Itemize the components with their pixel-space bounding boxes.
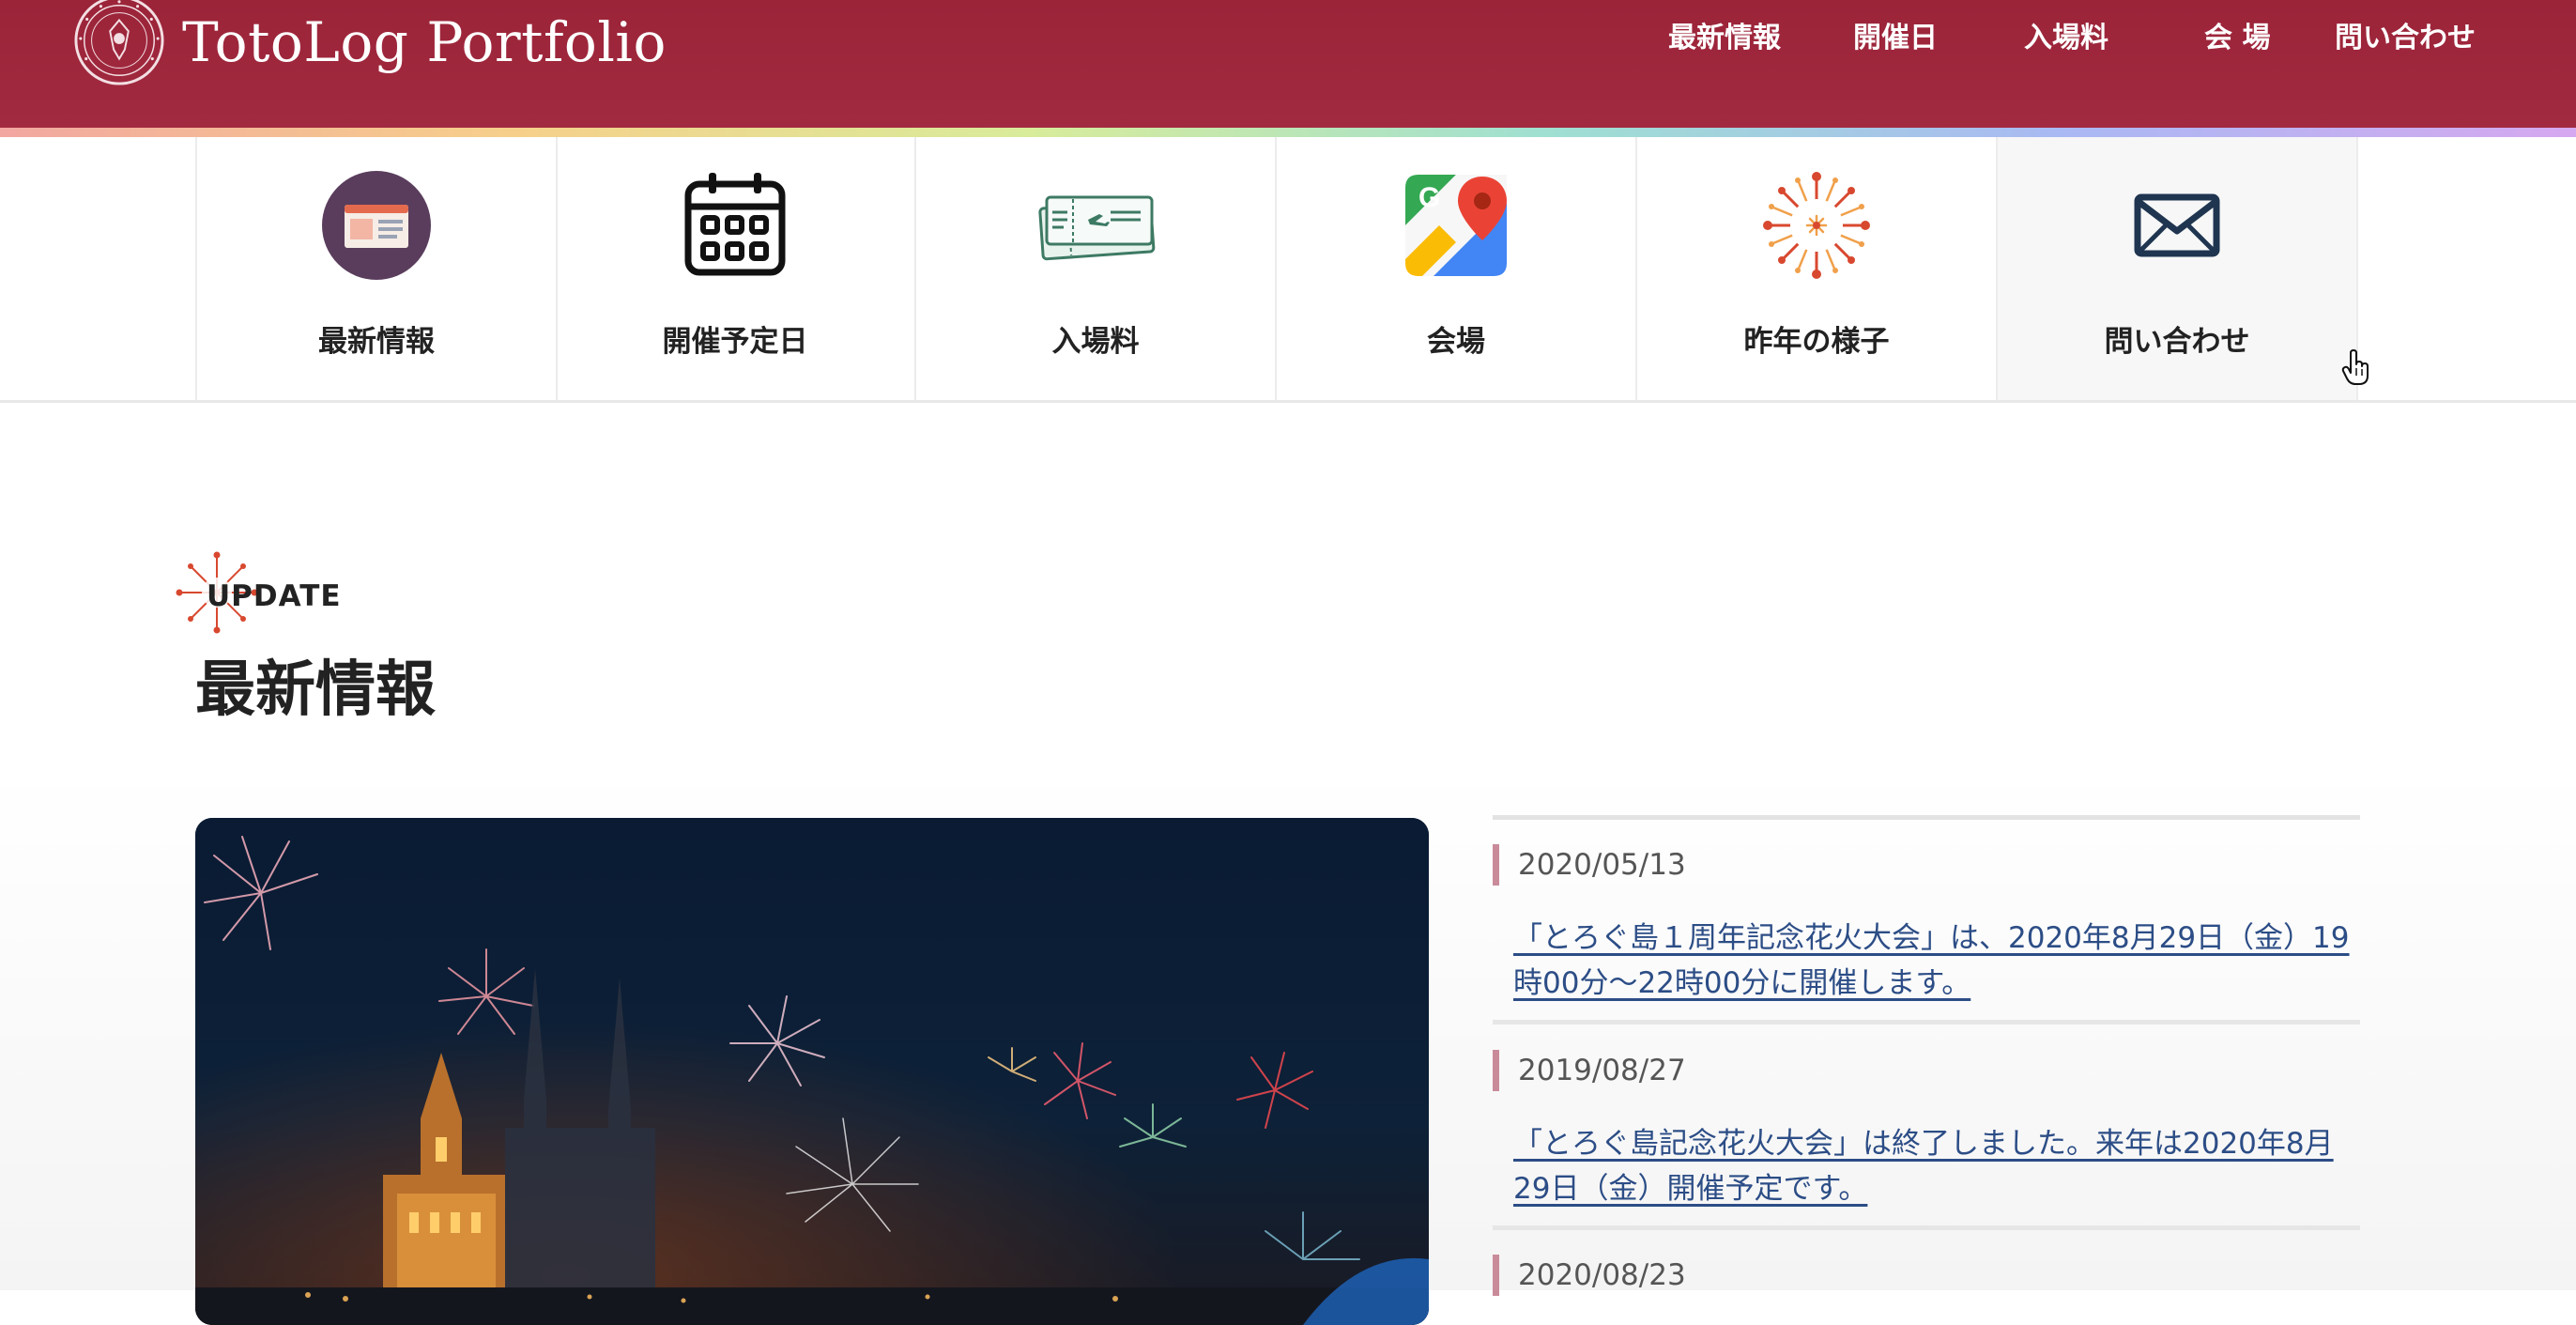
top-nav-venue[interactable]: 会 場 (2204, 15, 2270, 62)
calendar-icon (684, 173, 786, 276)
newspaper-icon (322, 171, 431, 280)
menu-label-contact: 問い合わせ (2104, 325, 2250, 359)
fireworks-photo-image (195, 818, 1429, 1325)
brand-title[interactable]: TotoLog Portfolio (182, 9, 667, 75)
news-link[interactable]: 「とろぐ島１周年記念花火大会」は、2020年8月29日（金）19時00分〜22時… (1513, 916, 2358, 1006)
news-divider (1493, 1020, 2360, 1025)
firework-icon (1763, 172, 1870, 279)
news-divider (1493, 1225, 2360, 1230)
fireworks-photo (195, 818, 1429, 1325)
menu-item-fee[interactable]: 入場料 (916, 137, 1277, 400)
menu-item-venue[interactable]: G 会場 (1277, 137, 1637, 400)
menu-item-last-year[interactable]: 昨年の様子 (1637, 137, 1998, 400)
section-title: 最新情報 (195, 655, 436, 725)
top-nav-fee[interactable]: 入場料 (2024, 15, 2108, 62)
menu-label-fee: 入場料 (1051, 325, 1140, 359)
news-date: 2019/08/27 (1493, 1050, 1686, 1091)
menu-item-news[interactable]: 最新情報 (195, 137, 558, 400)
icon-menu: 最新情報 開催予定日 入場料 G 会場 昨年の様子 問い合わせ (0, 137, 2576, 403)
menu-item-schedule[interactable]: 開催予定日 (556, 137, 916, 400)
menu-label-schedule: 開催予定日 (662, 325, 808, 359)
map-icon: G (1405, 175, 1507, 276)
news-divider (1493, 815, 2360, 820)
site-header: TotoLog Portfolio 最新情報 開催日 入場料 会 場 問い合わせ (0, 0, 2576, 128)
ticket-icon (1038, 195, 1156, 261)
top-nav-date[interactable]: 開催日 (1853, 15, 1938, 62)
menu-label-last-year: 昨年の様子 (1743, 325, 1890, 359)
section-eyebrow: UPDATE (207, 579, 342, 613)
logo-seal-icon[interactable] (73, 0, 165, 86)
top-nav-contact[interactable]: 問い合わせ (2335, 15, 2476, 62)
header-gradient-strip (0, 128, 2576, 137)
top-nav-news[interactable]: 最新情報 (1668, 15, 1781, 62)
news-link[interactable]: 「とろぐ島記念花火大会」は終了しました。来年は2020年8月29日（金）開催予定… (1513, 1121, 2358, 1211)
hand-cursor-icon (2341, 349, 2369, 385)
menu-label-venue: 会場 (1427, 325, 1485, 359)
news-date: 2020/08/23 (1493, 1255, 1686, 1296)
menu-item-contact[interactable]: 問い合わせ (1998, 137, 2358, 400)
menu-label-news: 最新情報 (318, 325, 435, 359)
svg-text:G: G (1418, 182, 1440, 213)
mail-icon (2134, 193, 2220, 257)
news-date: 2020/05/13 (1493, 844, 1686, 886)
